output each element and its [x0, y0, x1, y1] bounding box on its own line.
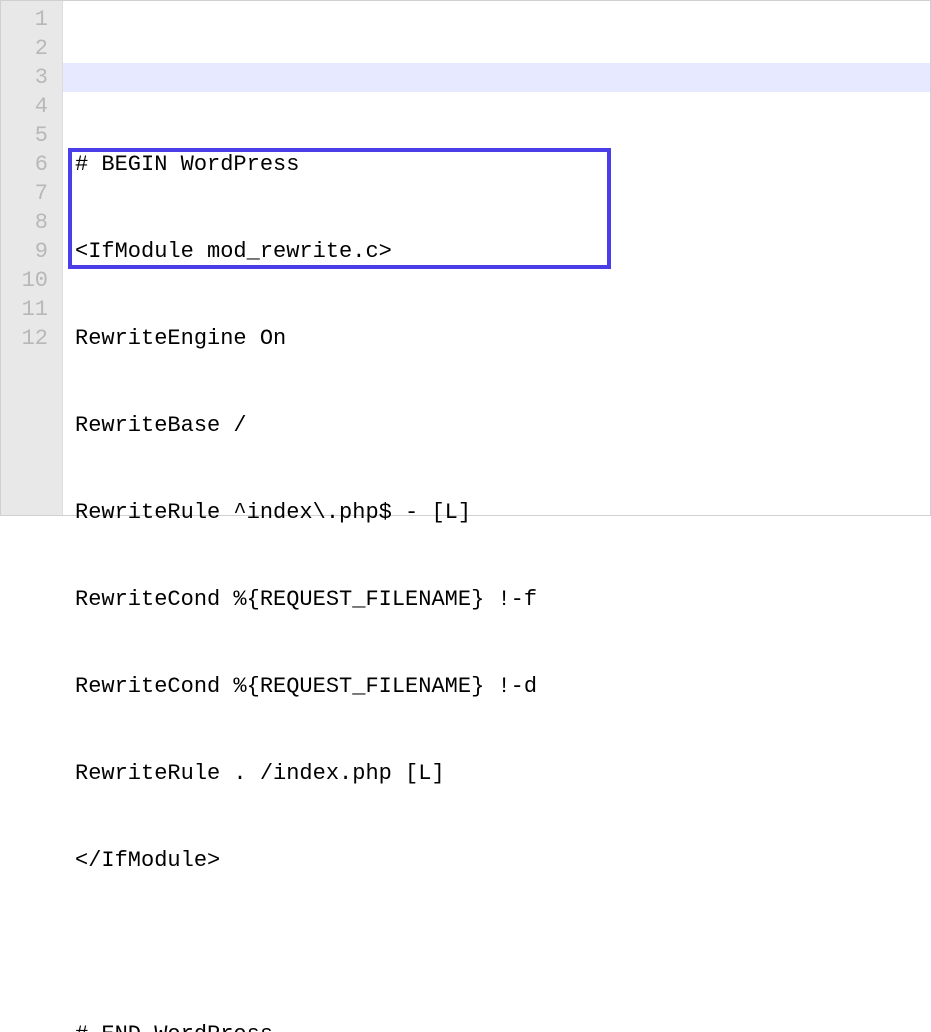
line-number: 2 — [1, 34, 48, 63]
line-number: 10 — [1, 266, 48, 295]
line-number: 11 — [1, 295, 48, 324]
code-area[interactable]: # BEGIN WordPress <IfModule mod_rewrite.… — [63, 1, 930, 515]
line-number: 9 — [1, 237, 48, 266]
code-line: <IfModule mod_rewrite.c> — [75, 237, 930, 266]
code-line: RewriteCond %{REQUEST_FILENAME} !-f — [75, 585, 930, 614]
code-line: RewriteBase / — [75, 411, 930, 440]
code-line: RewriteCond %{REQUEST_FILENAME} !-d — [75, 672, 930, 701]
line-number: 3 — [1, 63, 48, 92]
line-number: 5 — [1, 121, 48, 150]
line-number: 12 — [1, 324, 48, 353]
code-editor: 1 2 3 4 5 6 7 8 9 10 11 12 # BEGIN WordP… — [1, 1, 930, 515]
code-line: # END WordPress — [75, 1020, 930, 1032]
code-line: RewriteRule . /index.php [L] — [75, 759, 930, 788]
code-line: </IfModule> — [75, 846, 930, 875]
line-number: 8 — [1, 208, 48, 237]
line-number: 7 — [1, 179, 48, 208]
line-number-gutter: 1 2 3 4 5 6 7 8 9 10 11 12 — [1, 1, 63, 515]
line-number: 6 — [1, 150, 48, 179]
code-line — [75, 933, 930, 962]
code-line: RewriteEngine On — [75, 324, 930, 353]
line-number: 1 — [1, 5, 48, 34]
code-line: RewriteRule ^index\.php$ - [L] — [75, 498, 930, 527]
line-number: 4 — [1, 92, 48, 121]
code-line — [63, 63, 930, 92]
code-line: # BEGIN WordPress — [75, 150, 930, 179]
